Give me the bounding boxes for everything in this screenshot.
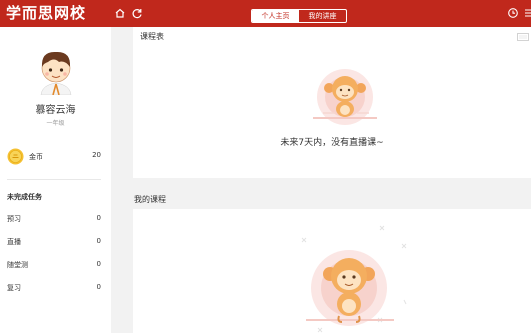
empty-courses-monkey-illustration [301, 225, 407, 333]
coin-value: 20 [92, 151, 101, 159]
header-tabs: 个人主页 我的讲座 [251, 9, 347, 23]
user-grade: 一年级 [46, 120, 65, 127]
sidebar: 慕容云海 一年级 金币 20 未完成任务 预习 0 直播 0 随堂测 0 复习 … [0, 27, 111, 333]
task-count: 0 [96, 260, 101, 268]
coin-icon [7, 148, 24, 165]
coin-row: 金币 20 [7, 148, 103, 166]
app-logo: 学而思网校 [6, 4, 87, 22]
schedule-empty-text: 未来7天内，没有直播课~ [280, 138, 384, 148]
task-item-preview[interactable]: 预习 0 [7, 214, 101, 226]
menu-icon[interactable] [524, 6, 531, 20]
sidebar-divider [7, 179, 101, 180]
tab-home[interactable]: 个人主页 [252, 10, 299, 22]
user-name: 慕容云海 [35, 105, 76, 116]
refresh-icon[interactable] [130, 6, 144, 20]
schedule-title: 课程表 [140, 32, 164, 41]
task-label: 预习 [7, 215, 21, 223]
task-item-quiz[interactable]: 随堂测 0 [7, 260, 101, 272]
home-icon[interactable] [113, 6, 127, 20]
tab-lectures[interactable]: 我的讲座 [299, 10, 346, 22]
my-courses-title: 我的课程 [134, 195, 166, 204]
empty-schedule-monkey-illustration [313, 69, 377, 125]
calendar-icon[interactable] [517, 33, 529, 41]
history-icon[interactable] [506, 6, 520, 20]
task-item-review[interactable]: 复习 0 [7, 283, 101, 295]
task-label: 随堂测 [7, 261, 28, 269]
task-count: 0 [96, 237, 101, 245]
task-count: 0 [96, 283, 101, 291]
task-count: 0 [96, 214, 101, 222]
coin-label: 金币 [29, 153, 43, 161]
task-label: 复习 [7, 284, 21, 292]
task-label: 直播 [7, 238, 21, 246]
unfinished-tasks-title: 未完成任务 [7, 193, 42, 201]
task-item-live[interactable]: 直播 0 [7, 237, 101, 249]
avatar [40, 51, 72, 95]
